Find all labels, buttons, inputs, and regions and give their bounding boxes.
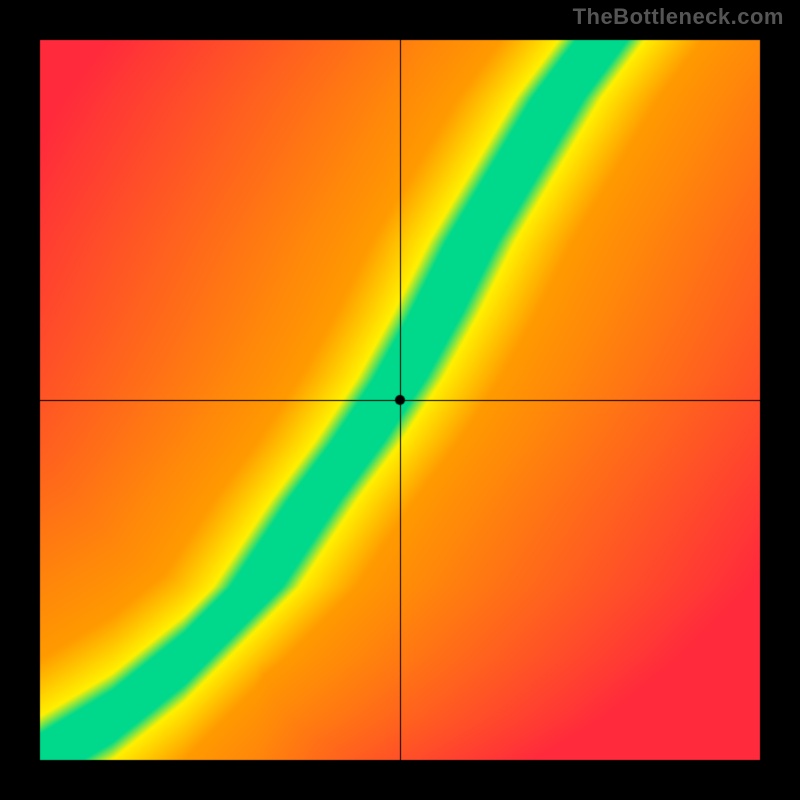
watermark-text: TheBottleneck.com: [573, 4, 784, 30]
bottleneck-heatmap: [0, 0, 800, 800]
